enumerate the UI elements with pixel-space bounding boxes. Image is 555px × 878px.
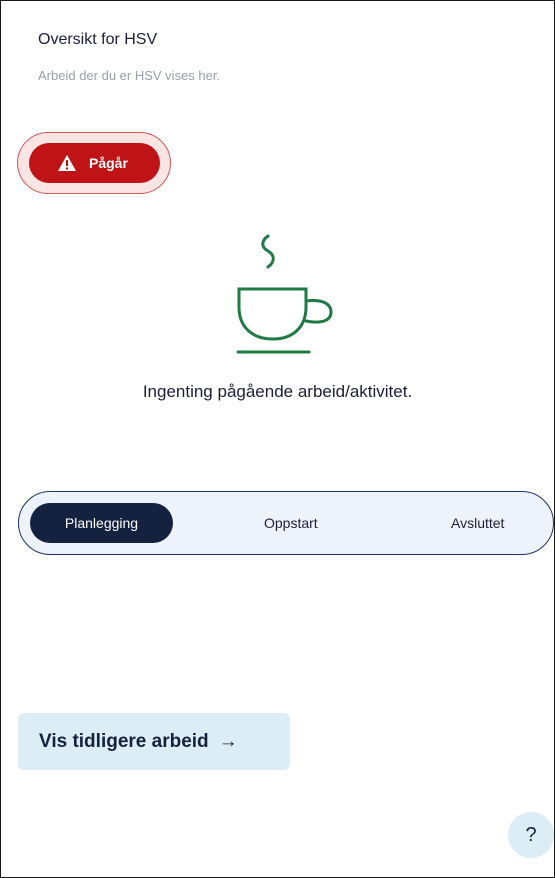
status-filter-button[interactable]: Pågår [29, 143, 160, 183]
arrow-right-icon: → [218, 730, 238, 752]
help-button[interactable]: ? [508, 812, 554, 858]
phase-tab-oppstart[interactable]: Oppstart [264, 503, 318, 543]
warning-triangle-icon [57, 154, 77, 172]
phase-selector: Planlegging Oppstart Avsluttet [18, 491, 554, 555]
show-previous-work-label: Vis tidligere arbeid [39, 730, 209, 752]
coffee-cup-icon [236, 234, 333, 354]
show-previous-work-button[interactable]: Vis tidligere arbeid → [18, 713, 290, 770]
app-window: Oversikt for HSV Arbeid der du er HSV vi… [0, 0, 555, 878]
page-title: Oversikt for HSV [38, 31, 158, 48]
phase-tab-avsluttet[interactable]: Avsluttet [451, 503, 504, 543]
status-filter-outline: Pågår [17, 132, 171, 194]
phase-tab-planlegging[interactable]: Planlegging [30, 503, 173, 543]
status-label: Pågår [89, 155, 128, 171]
empty-state-message: Ingenting pågående arbeid/aktivitet. [142, 382, 413, 401]
page-subtitle: Arbeid der du er HSV vises her. [38, 68, 221, 83]
